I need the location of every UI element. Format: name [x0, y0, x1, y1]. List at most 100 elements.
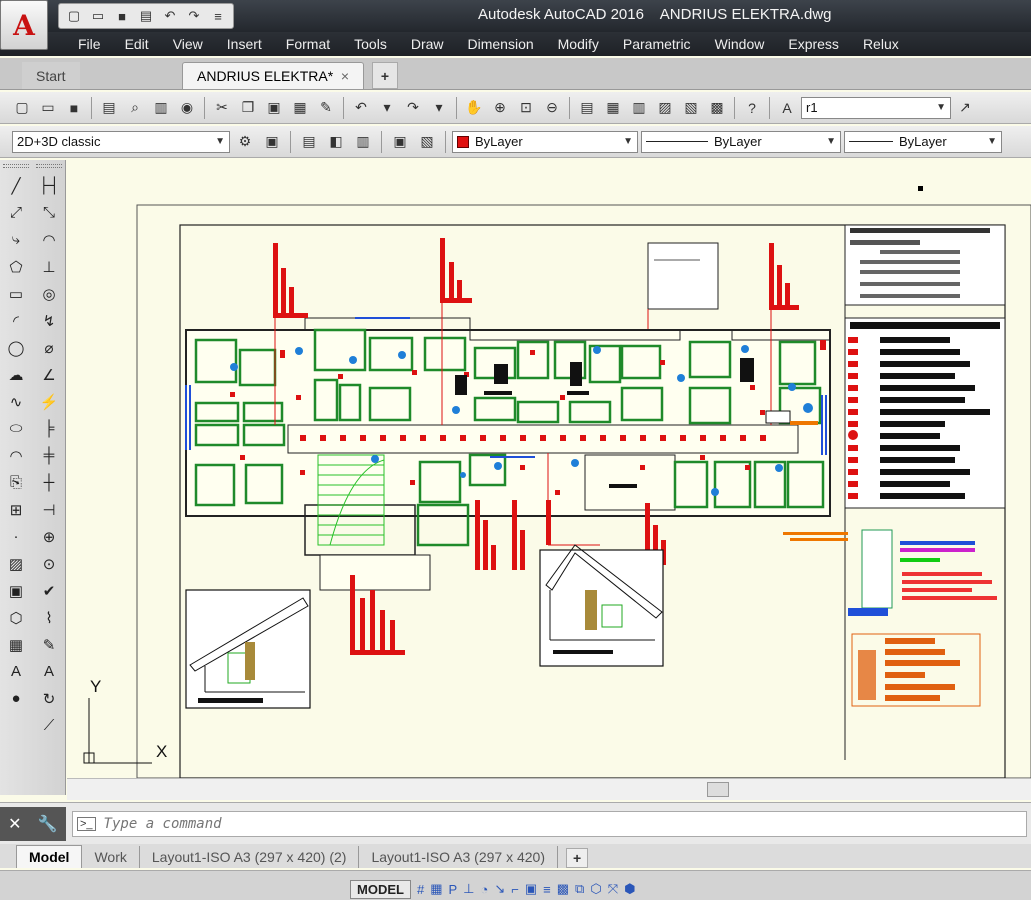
- menu-edit[interactable]: Edit: [113, 36, 161, 52]
- tool-palettes-icon[interactable]: ▥: [627, 96, 651, 120]
- lineweight-dropdown[interactable]: ByLayer ▼: [844, 130, 1002, 153]
- redo-list-icon[interactable]: ▾: [427, 96, 451, 120]
- make-block-icon[interactable]: ⊞: [3, 496, 29, 523]
- zoom-window-icon[interactable]: ⊡: [514, 96, 538, 120]
- menu-file[interactable]: File: [66, 36, 113, 52]
- plot-icon[interactable]: ▥: [149, 96, 173, 120]
- hatch-icon[interactable]: ▨: [3, 550, 29, 577]
- transparency-icon[interactable]: ▩: [557, 881, 569, 897]
- menu-window[interactable]: Window: [703, 36, 777, 52]
- calculator-icon[interactable]: ▩: [705, 96, 729, 120]
- dimension-update-icon[interactable]: ↻: [36, 685, 62, 712]
- pan-icon[interactable]: ✋: [462, 96, 486, 120]
- rectangle-icon[interactable]: ▭: [3, 280, 29, 307]
- print-icon[interactable]: ▤: [135, 6, 157, 26]
- ellipse-arc-icon[interactable]: ◠: [3, 442, 29, 469]
- menu-format[interactable]: Format: [274, 36, 342, 52]
- layer-previous-icon[interactable]: ▥: [351, 130, 375, 154]
- tab-work[interactable]: Work: [82, 846, 140, 868]
- annotation-visibility-icon[interactable]: ⬢: [624, 881, 635, 897]
- aligned-dimension-icon[interactable]: ⤡: [36, 199, 62, 226]
- lineweight-icon[interactable]: ≡: [543, 882, 551, 897]
- undo-icon[interactable]: ↶: [159, 6, 181, 26]
- polygon-icon[interactable]: ⬠: [3, 253, 29, 280]
- dimstyle-icon[interactable]: A: [775, 96, 799, 120]
- menu-modify[interactable]: Modify: [546, 36, 611, 52]
- print-icon[interactable]: ▤: [97, 96, 121, 120]
- radius-dimension-icon[interactable]: ◎: [36, 280, 62, 307]
- scrollbar-thumb[interactable]: [707, 782, 729, 797]
- revcloud-icon[interactable]: ☁: [3, 361, 29, 388]
- save-icon[interactable]: ■: [62, 96, 86, 120]
- quick-dimension-icon[interactable]: ⚡: [36, 388, 62, 415]
- command-input-box[interactable]: >_: [72, 811, 1027, 837]
- markup-icon[interactable]: ▧: [679, 96, 703, 120]
- layer-isolate-icon[interactable]: ▣: [388, 130, 412, 154]
- dimstyle-dropdown[interactable]: r1 ▼: [801, 96, 951, 119]
- properties-icon[interactable]: ▤: [575, 96, 599, 120]
- copy-icon[interactable]: ❐: [236, 96, 260, 120]
- workspace-dropdown[interactable]: 2D+3D classic ▼: [12, 130, 230, 153]
- help-icon[interactable]: ?: [740, 96, 764, 120]
- menu-draw[interactable]: Draw: [399, 36, 456, 52]
- model-space-button[interactable]: MODEL: [350, 879, 411, 899]
- polyline-icon[interactable]: ⤷: [3, 226, 29, 253]
- diameter-dimension-icon[interactable]: ⌀: [36, 334, 62, 361]
- undo-icon[interactable]: ↶: [349, 96, 373, 120]
- color-dropdown[interactable]: ByLayer ▼: [452, 130, 638, 153]
- linear-dimension-icon[interactable]: ├┤: [36, 172, 62, 199]
- isodraft-icon[interactable]: ↘: [494, 881, 505, 897]
- horizontal-scrollbar[interactable]: [67, 778, 1031, 800]
- qat-menu-icon[interactable]: ≡: [207, 6, 229, 26]
- angular-dimension-icon[interactable]: ∠: [36, 361, 62, 388]
- grid-icon[interactable]: #: [417, 882, 424, 897]
- match-properties-icon[interactable]: ✎: [314, 96, 338, 120]
- menu-parametric[interactable]: Parametric: [611, 36, 703, 52]
- add-selected-icon[interactable]: ●: [3, 685, 29, 712]
- command-prompt-icon[interactable]: >_: [77, 817, 96, 831]
- osnap-icon[interactable]: ▣: [525, 881, 537, 897]
- command-input[interactable]: [103, 816, 704, 832]
- region-icon[interactable]: ⬡: [3, 604, 29, 631]
- dimension-text-edit-icon[interactable]: A: [36, 658, 62, 685]
- tab-start[interactable]: Start: [22, 62, 80, 89]
- application-menu-button[interactable]: A: [0, 0, 48, 50]
- arc-length-icon[interactable]: ◠: [36, 226, 62, 253]
- jogged-linear-icon[interactable]: ⌇: [36, 604, 62, 631]
- paste-block-icon[interactable]: ▦: [288, 96, 312, 120]
- close-icon[interactable]: ✕: [8, 814, 21, 834]
- line-icon[interactable]: ╱: [3, 172, 29, 199]
- menu-dimension[interactable]: Dimension: [456, 36, 546, 52]
- jogged-dimension-icon[interactable]: ↯: [36, 307, 62, 334]
- ellipse-icon[interactable]: ⬭: [3, 415, 29, 442]
- new-icon[interactable]: ▢: [10, 96, 34, 120]
- selection-cycling-icon[interactable]: ⧉: [575, 881, 584, 897]
- workspace-save-icon[interactable]: ▣: [260, 130, 284, 154]
- snap-icon[interactable]: ▦: [430, 881, 442, 897]
- construction-line-icon[interactable]: ⤢: [3, 199, 29, 226]
- workspace-settings-icon[interactable]: ⚙: [233, 130, 257, 154]
- redo-icon[interactable]: ↷: [183, 6, 205, 26]
- circle-icon[interactable]: ◯: [3, 334, 29, 361]
- menu-tools[interactable]: Tools: [342, 36, 399, 52]
- osnap-track-icon[interactable]: ⌐: [511, 882, 519, 897]
- spline-icon[interactable]: ∿: [3, 388, 29, 415]
- publish-icon[interactable]: ◉: [175, 96, 199, 120]
- continue-dimension-icon[interactable]: ╪: [36, 442, 62, 469]
- dimension-space-icon[interactable]: ┼: [36, 469, 62, 496]
- dimension-style-icon[interactable]: ⟋: [36, 712, 62, 739]
- menu-express[interactable]: Express: [776, 36, 851, 52]
- new-layout-button[interactable]: +: [566, 848, 589, 868]
- new-tab-button[interactable]: +: [372, 62, 398, 89]
- tab-layout1-iso-a3[interactable]: Layout1-ISO A3 (297 x 420): [359, 846, 558, 868]
- paste-icon[interactable]: ▣: [262, 96, 286, 120]
- ortho-icon[interactable]: ⊥: [463, 881, 474, 897]
- tab-document[interactable]: ANDRIUS ELEKTRA* ×: [182, 62, 364, 89]
- new-icon[interactable]: ▢: [63, 6, 85, 26]
- baseline-dimension-icon[interactable]: ╞: [36, 415, 62, 442]
- make-current-icon[interactable]: ◧: [324, 130, 348, 154]
- gradient-icon[interactable]: ▣: [3, 577, 29, 604]
- save-icon[interactable]: ■: [111, 6, 133, 26]
- multileader-icon[interactable]: ↗: [953, 96, 977, 120]
- ordinate-dimension-icon[interactable]: ⊥: [36, 253, 62, 280]
